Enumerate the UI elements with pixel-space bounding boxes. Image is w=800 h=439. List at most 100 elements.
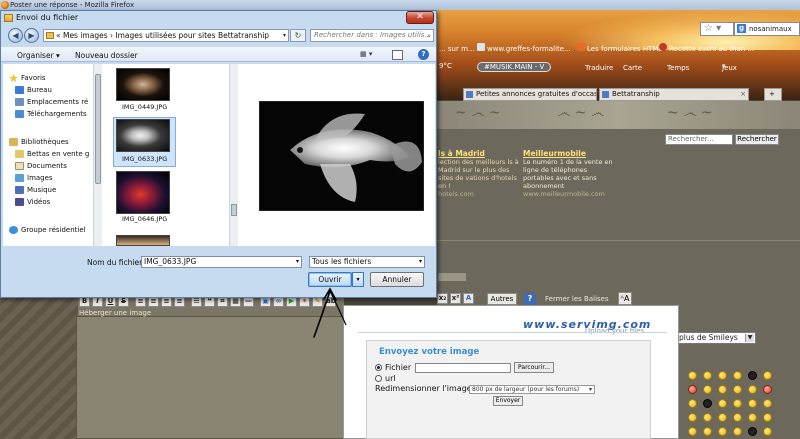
bookmark-label: Recette sushi au thon ... bbox=[669, 45, 755, 53]
file-path-input[interactable] bbox=[415, 363, 511, 373]
smiley-icon[interactable] bbox=[748, 371, 757, 380]
smiley-icon[interactable] bbox=[748, 385, 757, 394]
ad-title[interactable]: ls à Madrid bbox=[438, 150, 520, 158]
smiley-icon[interactable] bbox=[748, 413, 757, 422]
filetype-select[interactable]: Tous les fichiers ▾ bbox=[309, 256, 425, 268]
nav-libraries[interactable]: Bibliothèques bbox=[9, 138, 69, 146]
close-tags-link[interactable]: Fermer les Balises bbox=[545, 295, 609, 303]
font-toggle-icon[interactable]: ᴬA bbox=[618, 292, 632, 305]
new-folder-button[interactable]: Nouveau dossier bbox=[75, 51, 138, 60]
smiley-icon[interactable] bbox=[703, 371, 712, 380]
ad-block-mobile[interactable]: Meilleurmobile Le numéro 1 de la vente e… bbox=[523, 150, 615, 210]
smiley-icon[interactable] bbox=[733, 427, 742, 436]
site-search-input[interactable]: Rechercher... bbox=[665, 134, 733, 145]
weather-widget[interactable]: 9°C bbox=[439, 62, 452, 70]
site-search-button[interactable]: Rechercher bbox=[735, 134, 779, 145]
more-button[interactable]: Autres bbox=[487, 293, 517, 305]
smiley-icon[interactable] bbox=[718, 427, 727, 436]
smiley-icon[interactable] bbox=[748, 399, 757, 408]
url-radio[interactable] bbox=[375, 375, 382, 382]
chevron-down-icon[interactable]: ▾ bbox=[280, 30, 289, 41]
cancel-button[interactable]: Annuler bbox=[370, 272, 424, 287]
tab-annonces[interactable]: Petites annonces gratuites d'occasi... bbox=[463, 88, 597, 101]
nav-homegroup[interactable]: Groupe résidentiel bbox=[9, 226, 86, 234]
breadcrumb[interactable]: « Mes images › Images utilisées pour sit… bbox=[43, 29, 289, 42]
games-button[interactable]: Jeux ▾ bbox=[722, 62, 737, 72]
nav-images[interactable]: Images bbox=[15, 174, 53, 182]
smiley-icon[interactable] bbox=[733, 371, 742, 380]
file-item-selected[interactable]: IMG_0633.JPG bbox=[116, 119, 174, 165]
scroll-thumb[interactable] bbox=[95, 74, 101, 184]
smileys-select[interactable]: plus de Smileys ▼ bbox=[676, 332, 756, 344]
smiley-icon[interactable] bbox=[733, 413, 742, 422]
search-engine-input[interactable]: g nosanimaux bbox=[734, 22, 800, 36]
nav-desktop[interactable]: Bureau bbox=[15, 86, 52, 94]
bookmark-item[interactable]: Les formulaires HTML bbox=[577, 43, 662, 53]
help-icon[interactable]: ? bbox=[524, 293, 536, 305]
refresh-icon[interactable]: ↻ bbox=[290, 29, 306, 42]
smiley-icon[interactable] bbox=[688, 427, 697, 436]
page-input[interactable] bbox=[437, 272, 467, 282]
send-button[interactable]: Envoyer bbox=[493, 396, 523, 406]
file-item[interactable]: IMG_0646.JPG bbox=[116, 171, 174, 223]
filename-input[interactable]: IMG_0633.JPG ▾ bbox=[141, 256, 302, 268]
chevron-down-icon[interactable]: ▾ bbox=[296, 257, 299, 267]
smiley-icon[interactable] bbox=[688, 413, 697, 422]
bookmark-star-icon[interactable]: ☆ ▾ bbox=[700, 22, 734, 36]
resize-select[interactable]: 800 px de largeur (pour les forums) ▾ bbox=[469, 385, 595, 394]
nav-downloads[interactable]: Téléchargements bbox=[15, 110, 87, 118]
forward-icon[interactable]: ▶ bbox=[24, 28, 39, 43]
smiley-icon[interactable] bbox=[718, 371, 727, 380]
smiley-icon[interactable] bbox=[688, 385, 697, 394]
files-scrollbar[interactable] bbox=[229, 64, 238, 246]
ad-block-hotels[interactable]: ls à Madrid lection des meilleurs ls à M… bbox=[438, 150, 520, 210]
music-player-widget[interactable]: #MUSIK.MAIN - V bbox=[477, 62, 552, 72]
bookmark-item[interactable]: www.greffes-formalite... bbox=[477, 43, 571, 53]
smiley-icon[interactable] bbox=[703, 427, 712, 436]
help-icon[interactable]: ? bbox=[418, 49, 429, 60]
sub-icon[interactable]: x₂ bbox=[437, 293, 448, 304]
nav-recent[interactable]: Emplacements ré bbox=[15, 98, 88, 106]
nav-bettas[interactable]: Bettas en vente g bbox=[15, 150, 89, 158]
file-item[interactable]: IMG_0449.JPG bbox=[116, 68, 174, 114]
nav-favorites[interactable]: Favoris bbox=[9, 74, 46, 82]
smiley-icon[interactable] bbox=[703, 399, 712, 408]
nav-music[interactable]: Musique bbox=[15, 186, 56, 194]
smiley-icon[interactable] bbox=[763, 427, 772, 436]
organize-button[interactable]: Organiser ▾ bbox=[17, 51, 60, 60]
smiley-icon[interactable] bbox=[763, 371, 772, 380]
close-icon[interactable]: ✕ bbox=[406, 11, 434, 24]
back-icon[interactable]: ◀ bbox=[8, 28, 23, 43]
view-options-icon[interactable]: ▦ ▾ bbox=[360, 50, 376, 60]
smiley-icon[interactable] bbox=[718, 399, 727, 408]
smiley-icon[interactable] bbox=[748, 427, 757, 436]
bookmark-item[interactable]: Recette sushi au thon ... bbox=[659, 43, 754, 53]
browse-button[interactable]: Parcourir... bbox=[514, 362, 554, 373]
smiley-icon[interactable] bbox=[688, 371, 697, 380]
nav-videos[interactable]: Vidéos bbox=[15, 198, 50, 206]
preview-pane-icon[interactable] bbox=[392, 50, 403, 60]
tab-strip: Petites annonces gratuites d'occasi... B… bbox=[437, 88, 800, 101]
smiley-icon[interactable] bbox=[703, 413, 712, 422]
smiley-icon[interactable] bbox=[718, 413, 727, 422]
smiley-icon[interactable] bbox=[688, 399, 697, 408]
tab-close-icon[interactable]: × bbox=[740, 89, 746, 100]
ad-title[interactable]: Meilleurmobile bbox=[523, 150, 615, 158]
nav-label: Bettas en vente g bbox=[27, 150, 90, 158]
smiley-icon[interactable] bbox=[763, 399, 772, 408]
nav-scrollbar[interactable] bbox=[93, 64, 102, 246]
smiley-icon[interactable] bbox=[763, 385, 772, 394]
tab-bettatranship[interactable]: Bettatranship × bbox=[599, 88, 749, 101]
smiley-icon[interactable] bbox=[733, 399, 742, 408]
smiley-icon[interactable] bbox=[718, 385, 727, 394]
search-input[interactable]: Rechercher dans : Images utilis... ⌕ bbox=[310, 29, 434, 42]
smiley-icon[interactable] bbox=[733, 385, 742, 394]
scroll-thumb[interactable] bbox=[231, 204, 237, 216]
font-style-icon[interactable]: A bbox=[463, 293, 474, 304]
sup-icon[interactable]: x² bbox=[450, 293, 461, 304]
smiley-icon[interactable] bbox=[703, 385, 712, 394]
nav-documents[interactable]: Documents bbox=[15, 162, 67, 170]
new-tab-button[interactable]: + bbox=[764, 88, 782, 101]
smiley-icon[interactable] bbox=[763, 413, 772, 422]
file-radio[interactable] bbox=[375, 364, 382, 371]
